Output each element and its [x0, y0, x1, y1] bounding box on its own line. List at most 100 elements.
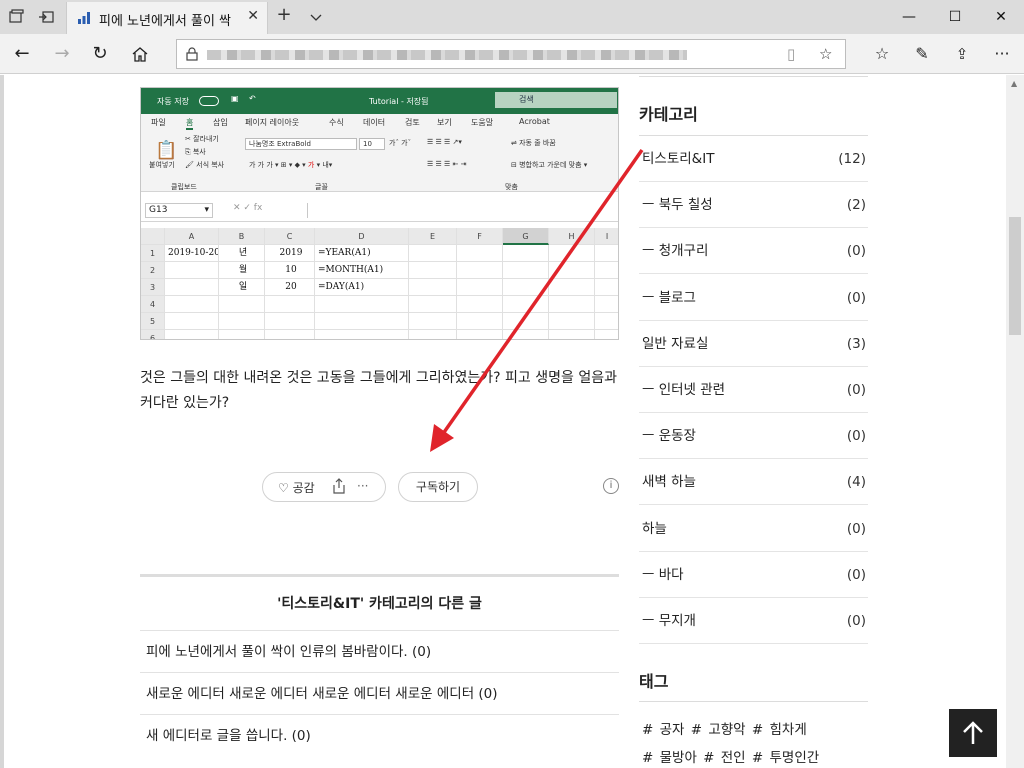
excel-cell: 2019-10-20: [165, 245, 219, 262]
wrap-text-label: ⇌ 자동 줄 바꿈: [511, 139, 556, 147]
excel-header-cell: 1: [141, 245, 165, 262]
excel-header-cell: F: [457, 228, 503, 245]
excel-cell: [457, 296, 503, 313]
category-item[interactable]: 티스토리&IT (12): [639, 136, 868, 182]
category-count: (0): [846, 382, 866, 398]
category-item[interactable]: ㅡ 운동장 (0): [639, 413, 868, 460]
excel-cell: 10: [265, 262, 315, 279]
tag-list-line-1[interactable]: # 공자 # 고향악 # 힘차게: [642, 718, 807, 738]
excel-cell: =YEAR(A1): [315, 245, 409, 262]
info-icon[interactable]: i: [603, 478, 619, 494]
share-post-icon[interactable]: [331, 477, 347, 498]
maximize-button[interactable]: ☐: [932, 0, 978, 34]
name-box: G13 ▾: [145, 203, 213, 218]
font-grow-icon: 가ˆ 가ˇ: [389, 139, 412, 147]
related-post-link[interactable]: 새로운 에디터 새로운 에디터 새로운 에디터 새로운 에디터 (0): [140, 672, 619, 714]
excel-cell: 20: [265, 279, 315, 296]
category-label: 하늘: [642, 520, 667, 537]
excel-cell: [457, 279, 503, 296]
share-icon[interactable]: ⇪: [950, 42, 974, 66]
excel-header-cell: 2: [141, 262, 165, 279]
excel-header-cell: A: [165, 228, 219, 245]
home-icon[interactable]: [128, 42, 152, 66]
excel-cell: [315, 330, 409, 339]
favorite-star-icon[interactable]: ☆: [819, 45, 832, 63]
related-post-link[interactable]: 피에 노년에게서 풀이 싹이 인류의 봄바람이다. (0): [140, 630, 619, 672]
excel-header-cell: 6: [141, 330, 165, 339]
category-count: (0): [846, 520, 866, 537]
close-window-button[interactable]: ✕: [978, 0, 1024, 34]
scrollbar-thumb[interactable]: [1009, 217, 1021, 335]
tab-actions-icon[interactable]: [8, 9, 24, 25]
category-item[interactable]: 일반 자료실 (3): [639, 321, 868, 367]
like-button[interactable]: ♡ 공감: [278, 479, 315, 496]
category-item[interactable]: ㅡ 블로그 (0): [639, 275, 868, 321]
reading-view-icon[interactable]: ▯: [787, 45, 795, 63]
category-label: 티스토리&IT: [642, 151, 715, 167]
tab-list-chevron-icon[interactable]: [308, 9, 324, 25]
excel-cell: [503, 330, 549, 339]
minimize-button[interactable]: —: [886, 0, 932, 34]
category-count: (2): [846, 197, 866, 214]
back-icon[interactable]: ←: [10, 42, 34, 66]
category-label: ㅡ 인터넷 관련: [642, 382, 726, 398]
browser-tab[interactable]: 피에 노년에게서 풀이 싹 ✕: [66, 2, 268, 34]
category-label: ㅡ 블로그: [642, 289, 696, 306]
category-item[interactable]: 하늘 (0): [639, 506, 868, 552]
clipboard-group-label: 클립보드: [171, 183, 197, 191]
excel-cell: =MONTH(A1): [315, 262, 409, 279]
category-item[interactable]: ㅡ 무지개 (0): [639, 598, 868, 644]
category-item[interactable]: ㅡ 북두 칠성 (2): [639, 182, 868, 229]
excel-cell: [165, 313, 219, 330]
excel-cell: [549, 245, 595, 262]
excel-cell: [409, 245, 457, 262]
excel-screenshot: 자동 저장 ▣ ↶ Tutorial - 저장됨 검색 파일 홈 삽입 페이지 레이아…: [140, 87, 619, 340]
category-item[interactable]: 새벽 하늘 (4): [639, 459, 868, 506]
subscribe-button[interactable]: 구독하기: [398, 472, 478, 502]
excel-cell: [503, 245, 549, 262]
category-item[interactable]: ㅡ 청개구리 (0): [639, 228, 868, 275]
set-aside-tabs-icon[interactable]: [38, 9, 54, 25]
pen-notes-icon[interactable]: ✎: [910, 42, 934, 66]
category-label: ㅡ 청개구리: [642, 243, 709, 260]
excel-tab: Acrobat: [519, 117, 550, 126]
excel-cell: [595, 279, 618, 296]
related-post-link[interactable]: 새 에디터로 글을 씁니다. (0): [140, 714, 619, 756]
forward-icon[interactable]: →: [50, 42, 74, 66]
formula-icons: ✕ ✓ fx: [233, 203, 263, 213]
scroll-to-top-button[interactable]: [949, 709, 997, 757]
tag-list-line-2[interactable]: # 물방아 # 전인 # 투명인간: [642, 746, 819, 766]
category-count: (4): [846, 474, 866, 491]
tag-heading: 태그: [639, 672, 669, 691]
more-options-icon[interactable]: ···: [357, 479, 368, 493]
excel-cell: [409, 279, 457, 296]
category-item[interactable]: ㅡ 바다 (0): [639, 552, 868, 598]
lock-icon: [186, 47, 198, 61]
scroll-up-icon[interactable]: ▲: [1011, 79, 1017, 88]
merge-center-label: ⊟ 병합하고 가운데 맞춤 ▾: [511, 161, 588, 169]
excel-cell: [315, 296, 409, 313]
excel-title-bar: 자동 저장 ▣ ↶ Tutorial - 저장됨 검색: [141, 88, 618, 114]
undo-icon: ↶: [249, 94, 256, 103]
favorites-hub-icon[interactable]: ☆: [870, 42, 894, 66]
category-label: ㅡ 운동장: [642, 428, 696, 445]
autosave-toggle: [199, 96, 219, 106]
align-horizontal-icons: ☰ ☰ ☰ ⇤ ⇥: [427, 160, 467, 168]
excel-cell: [595, 262, 618, 279]
excel-cell: [549, 262, 595, 279]
excel-cell: [265, 330, 315, 339]
refresh-icon[interactable]: ↻: [88, 42, 112, 66]
formula-input: [307, 203, 617, 218]
excel-formula-bar: G13 ▾ ✕ ✓ fx: [141, 200, 618, 222]
align-top-icons: ☰ ☰ ☰ ↗▾: [427, 138, 462, 146]
page-scrollbar[interactable]: ▲: [1006, 75, 1024, 768]
category-label: 일반 자료실: [642, 335, 709, 352]
excel-header-cell: G: [503, 228, 549, 245]
more-menu-icon[interactable]: ···: [990, 42, 1014, 66]
address-bar[interactable]: ▯ ☆: [176, 39, 846, 69]
excel-cell: [165, 262, 219, 279]
close-tab-icon[interactable]: ✕: [247, 8, 259, 24]
category-item[interactable]: ㅡ 인터넷 관련 (0): [639, 367, 868, 413]
new-tab-icon[interactable]: +: [276, 6, 292, 24]
excel-cell: [595, 330, 618, 339]
